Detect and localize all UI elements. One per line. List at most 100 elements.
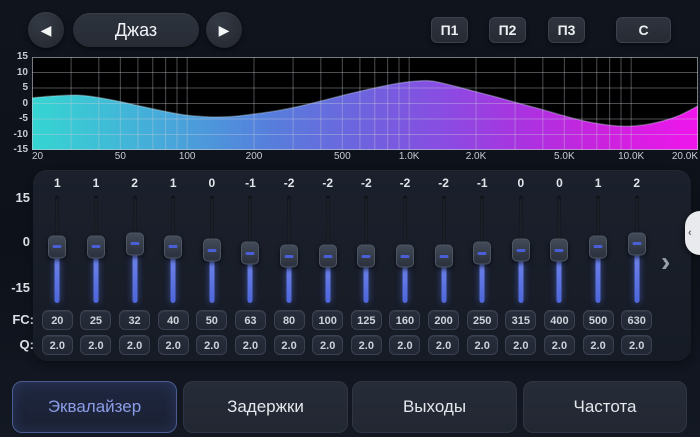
slider-thumb[interactable] [48,235,66,258]
band-q-chip[interactable]: 2.0 [158,335,189,355]
band-q-chip[interactable]: 2.0 [428,335,459,355]
next-bands-page-button[interactable]: › [661,248,670,276]
db-tick-label: -15 [0,144,28,155]
equalizer-screen: ◀ Джаз ▶ П1 П2 П3 C 151050-5-10-15 20501… [0,0,700,437]
band-gain-slider[interactable] [77,194,116,306]
freq-tick-label: 200 [246,151,263,162]
band-q-chip[interactable]: 2.0 [467,335,498,355]
slider-thumb[interactable] [512,239,530,262]
band-gain-value: 1 [38,174,77,192]
band-fc-row: 20 25 32 40 50 63 80 100 125 160 200 250 315 400 500 63… [38,310,656,332]
band-fc-chip[interactable]: 25 [80,310,111,330]
preset-next-button[interactable]: ▶ [206,12,242,48]
band-gain-value: 1 [579,174,618,192]
side-panel-pull-tab[interactable]: ‹ [685,211,700,255]
band-fc-chip[interactable]: 125 [351,310,382,330]
band-q-chip[interactable]: 2.0 [196,335,227,355]
db-tick-label: 10 [0,67,28,78]
band-q-row: 2.0 2.0 2.0 2.0 2.0 2.0 2.0 2.0 2.0 2.0 2.0 2.0 2.0 2… [38,335,656,357]
slider-thumb[interactable] [628,232,646,255]
band-fc-chip[interactable]: 32 [119,310,150,330]
band-fc-chip[interactable]: 40 [158,310,189,330]
eq-bands-panel: 11210-1-2-2-2-2-2-10012 2025324 [33,170,691,361]
tab-delays[interactable]: Задержки [183,381,348,433]
band-gain-slider[interactable] [617,194,656,306]
preset-name: Джаз [115,20,157,41]
slider-thumb[interactable] [280,245,298,268]
band-gain-value: -2 [424,174,463,192]
memory-preset-3-button[interactable]: П3 [548,17,585,43]
slider-thumb[interactable] [319,245,337,268]
band-q-chip[interactable]: 2.0 [505,335,536,355]
band-q-chip[interactable]: 2.0 [389,335,420,355]
band-q-chip[interactable]: 2.0 [583,335,614,355]
band-fc-chip[interactable]: 20 [42,310,73,330]
band-gain-slider[interactable] [231,194,270,306]
db-tick-label: -10 [0,129,28,140]
memory-preset-2-button[interactable]: П2 [489,17,526,43]
band-fc-chip[interactable]: 63 [235,310,266,330]
freq-tick-label: 10.0K [618,151,644,162]
band-q-chip[interactable]: 2.0 [119,335,150,355]
band-fc-chip[interactable]: 50 [196,310,227,330]
chevron-right-icon: › [661,246,670,277]
reset-icon: C [638,22,648,38]
band-q-chip[interactable]: 2.0 [621,335,652,355]
band-fc-chip[interactable]: 200 [428,310,459,330]
slider-thumb[interactable] [396,245,414,268]
band-gain-slider[interactable] [502,194,541,306]
tab-outputs[interactable]: Выходы [352,381,517,433]
slider-thumb[interactable] [87,235,105,258]
tab-frequency[interactable]: Частота [523,381,687,433]
memory-preset-1-button[interactable]: П1 [431,17,468,43]
band-fc-chip[interactable]: 315 [505,310,536,330]
db-tick-label: -5 [0,113,28,124]
band-gain-slider[interactable] [424,194,463,306]
band-fc-chip[interactable]: 250 [467,310,498,330]
slider-thumb[interactable] [357,245,375,268]
reset-button[interactable]: C [616,17,671,43]
band-gain-slider[interactable] [38,194,77,306]
band-gain-value: -1 [463,174,502,192]
band-q-chip[interactable]: 2.0 [42,335,73,355]
band-q-chip[interactable]: 2.0 [274,335,305,355]
preset-selector[interactable]: Джаз [73,13,199,47]
band-gain-slider[interactable] [115,194,154,306]
slider-thumb[interactable] [473,242,491,265]
band-q-chip[interactable]: 2.0 [80,335,111,355]
band-fc-chip[interactable]: 100 [312,310,343,330]
band-q-chip[interactable]: 2.0 [544,335,575,355]
band-q-chip[interactable]: 2.0 [351,335,382,355]
preset-prev-button[interactable]: ◀ [28,12,64,48]
band-gain-slider[interactable] [540,194,579,306]
slider-thumb[interactable] [126,232,144,255]
band-gain-slider[interactable] [193,194,232,306]
slider-thumb[interactable] [203,239,221,262]
db-tick-label: 0 [0,98,28,109]
band-gain-slider[interactable] [463,194,502,306]
freq-tick-label: 20 [32,151,43,162]
arrow-right-icon: ▶ [219,23,230,37]
band-fc-chip[interactable]: 400 [544,310,575,330]
slider-thumb[interactable] [164,235,182,258]
band-gain-value: -2 [270,174,309,192]
band-gain-slider[interactable] [154,194,193,306]
tab-equalizer[interactable]: Эквалайзер [12,381,177,433]
band-q-chip[interactable]: 2.0 [235,335,266,355]
band-gain-slider[interactable] [386,194,425,306]
band-gain-slider[interactable] [308,194,347,306]
band-fc-chip[interactable]: 80 [274,310,305,330]
band-gain-slider[interactable] [270,194,309,306]
slider-thumb[interactable] [550,239,568,262]
band-fc-chip[interactable]: 630 [621,310,652,330]
band-fc-chip[interactable]: 160 [389,310,420,330]
freq-tick-label: 2.0K [466,151,487,162]
slider-thumb[interactable] [241,242,259,265]
slider-axis-min: -15 [2,280,30,295]
band-gain-slider[interactable] [347,194,386,306]
band-gain-slider[interactable] [579,194,618,306]
band-fc-chip[interactable]: 500 [583,310,614,330]
slider-thumb[interactable] [589,235,607,258]
slider-thumb[interactable] [435,245,453,268]
band-q-chip[interactable]: 2.0 [312,335,343,355]
